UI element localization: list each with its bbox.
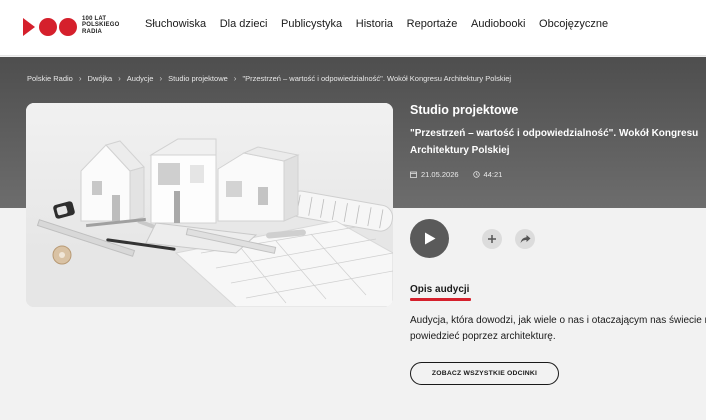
nav-item-audiobooki[interactable]: Audiobooki [471,18,525,30]
breadcrumb-separator: › [78,74,82,83]
nav-item-reportaze[interactable]: Reportaże [407,18,458,30]
plus-icon [488,235,496,243]
architecture-model-photo-icon [26,103,393,307]
episode-title: "Przestrzeń – wartość i odpowiedzialność… [410,128,699,156]
breadcrumb-item-polskie-radio[interactable]: Polskie Radio [27,74,73,83]
nav-item-historia[interactable]: Historia [356,18,393,30]
episode-meta: 21.05.2026 44:21 [410,170,516,179]
breadcrumb-item-dwojka[interactable]: Dwójka [88,74,113,83]
all-episodes-button[interactable]: ZOBACZ WSZYSTKIE ODCINKI [410,362,559,385]
clock-icon [472,171,480,178]
breadcrumb: Polskie Radio › Dwójka › Audycje › Studi… [27,74,511,83]
tab-opis-audycji[interactable]: Opis audycji [410,284,469,295]
nav-item-sluchowiska[interactable]: Słuchowiska [145,18,206,30]
play-icon [424,232,435,245]
tab-active-indicator [410,298,471,301]
breadcrumb-separator: › [159,74,163,83]
nav-item-publicystyka[interactable]: Publicystyka [281,18,342,30]
main-nav: Słuchowiska Dla dzieci Publicystyka Hist… [145,18,622,30]
episode-description: Audycja, która dowodzi, jak wiele o nas … [410,315,706,342]
breadcrumb-item-audycje[interactable]: Audycje [127,74,154,83]
add-to-playlist-button[interactable] [482,229,502,249]
share-icon [520,235,530,244]
calendar-icon [410,171,417,178]
episode-image [26,103,393,307]
top-header: 100 LAT POLSKIEGO RADIA Słuchowiska Dla … [0,0,706,56]
show-title[interactable]: Studio projektowe [410,103,518,117]
episode-duration-text: 44:21 [483,170,503,179]
episode-date-text: 21.05.2026 [421,170,459,179]
play-button[interactable] [410,219,449,258]
share-button[interactable] [515,229,535,249]
logo-text: 100 LAT POLSKIEGO RADIA [82,16,120,35]
breadcrumb-separator: › [233,74,237,83]
nav-item-obcojezyczne[interactable]: Obcojęzyczne [539,18,608,30]
breadcrumb-item-current: "Przestrzeń – wartość i odpowiedzialność… [242,74,512,83]
episode-date: 21.05.2026 [410,170,459,179]
breadcrumb-item-studio-projektowe[interactable]: Studio projektowe [168,74,228,83]
nav-item-dla-dzieci[interactable]: Dla dzieci [220,18,268,30]
breadcrumb-separator: › [118,74,121,83]
polskie-radio-100-logo[interactable]: 100 LAT POLSKIEGO RADIA [22,15,120,39]
episode-duration: 44:21 [472,170,503,179]
logo-mark-icon [23,18,77,36]
